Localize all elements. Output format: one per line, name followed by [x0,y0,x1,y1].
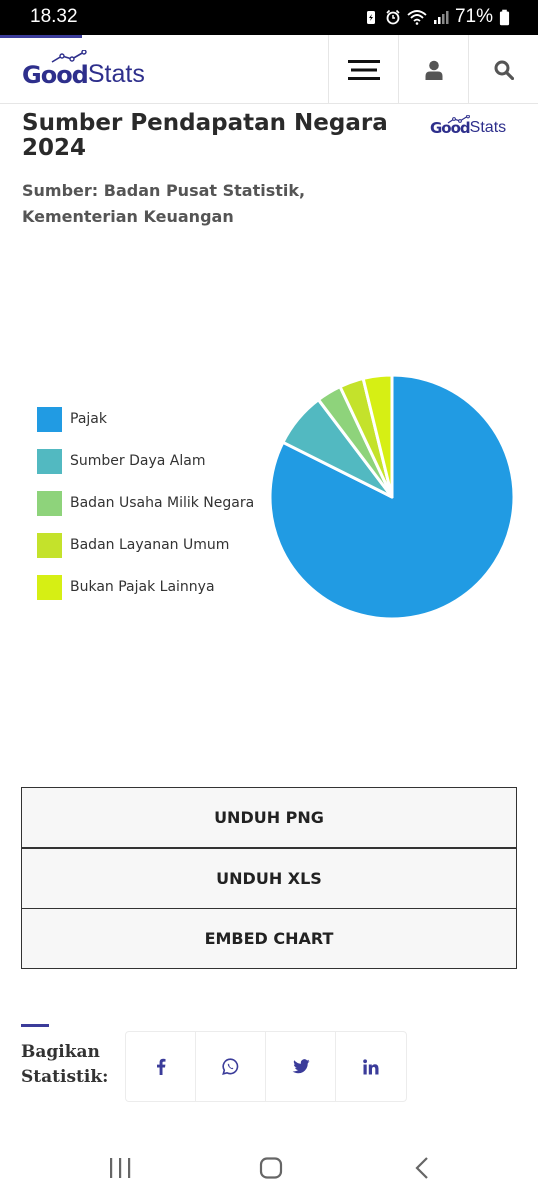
legend-label: Badan Usaha Milik Negara [70,495,255,511]
legend-label: Bukan Pajak Lainnya [70,579,215,595]
battery-saver-icon [366,11,375,24]
legend-label: Pajak [70,411,107,427]
legend-item[interactable]: Bukan Pajak Lainnya [37,566,254,608]
linkedin-icon [363,1058,379,1074]
logo-good-text: Good [22,61,89,89]
search-icon [494,60,514,80]
battery-percentage: 71% [454,6,493,27]
embed-chart-button[interactable]: EMBED CHART [21,908,517,969]
legend-item[interactable]: Pajak [37,398,254,440]
share-linkedin-button[interactable] [336,1032,406,1101]
chart-logo-stats-text: Stats [469,119,507,136]
pie-chart [268,373,516,621]
share-accent-line [21,1024,49,1027]
battery-icon [499,9,510,25]
share-label: Bagikan Statistik: [21,1042,109,1087]
share-buttons [125,1031,407,1102]
legend-item[interactable]: Badan Layanan Umum [37,524,254,566]
status-icons: 71% [363,6,510,28]
legend-swatch [37,448,62,474]
twitter-icon [292,1059,309,1074]
recent-apps-button[interactable] [100,1153,140,1183]
legend-swatch [37,406,62,432]
legend-item[interactable]: Badan Usaha Milik Negara [37,482,254,524]
logo-stats-text: Stats [87,60,145,88]
alarm-icon [386,9,400,25]
status-time: 18.32 [30,6,78,27]
back-icon [415,1157,428,1179]
menu-button[interactable] [328,35,398,104]
header-accent-line [0,35,82,38]
legend-swatch [37,490,62,516]
account-button[interactable] [398,35,468,104]
legend-swatch [37,574,62,600]
chart-source: Sumber: Badan Pusat Statistik, Kementeri… [22,181,306,226]
share-twitter-button[interactable] [266,1032,336,1101]
legend-label: Sumber Daya Alam [70,453,206,469]
site-logo[interactable]: Good Stats [22,50,145,89]
recent-apps-icon [110,1158,131,1178]
signal-icon [433,11,449,24]
legend-swatch [37,532,62,558]
chart-watermark-logo: Good Stats [430,115,507,137]
android-nav-bar [0,1135,538,1200]
facebook-icon [156,1058,165,1075]
download-png-button[interactable]: UNDUH PNG [21,787,517,848]
chart-legend: Pajak Sumber Daya Alam Badan Usaha Milik N… [37,398,254,608]
chart-logo-graph-icon [447,115,470,124]
home-button[interactable] [251,1153,291,1183]
hamburger-icon [347,59,380,80]
user-icon [425,60,442,80]
legend-item[interactable]: Sumber Daya Alam [37,440,254,482]
share-whatsapp-button[interactable] [196,1032,266,1101]
search-button[interactable] [468,35,538,104]
home-icon [259,1157,283,1179]
whatsapp-icon [222,1058,239,1075]
wifi-icon [407,10,427,25]
chart-title: Sumber Pendapatan Negara 2024 [22,110,388,161]
status-bar: 18.32 71% [0,0,538,35]
back-button[interactable] [402,1153,442,1183]
logo-graph-icon [51,50,87,63]
share-facebook-button[interactable] [126,1032,196,1101]
download-xls-button[interactable]: UNDUH XLS [21,848,517,909]
legend-label: Badan Layanan Umum [70,537,230,553]
site-header: Good Stats [0,35,538,104]
